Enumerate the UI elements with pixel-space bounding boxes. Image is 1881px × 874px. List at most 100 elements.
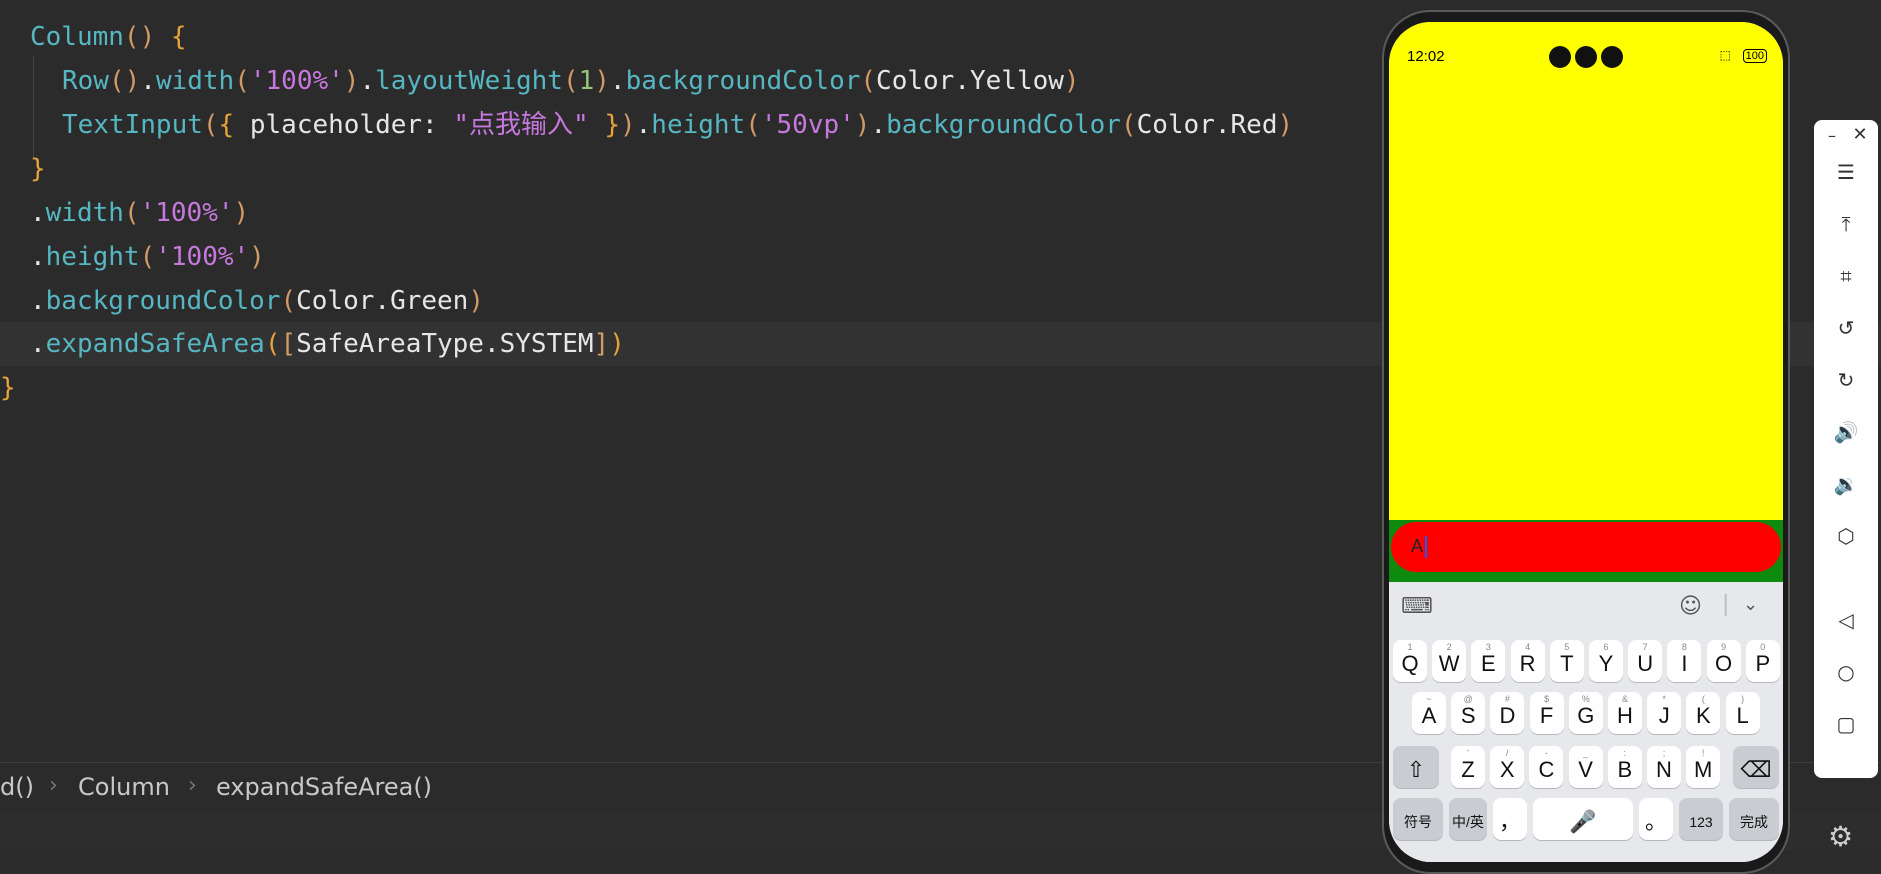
- key-r[interactable]: 4R: [1510, 640, 1545, 682]
- key-x[interactable]: / X: [1490, 746, 1525, 788]
- key-u[interactable]: 7U: [1628, 640, 1663, 682]
- key-d[interactable]: # D: [1490, 692, 1525, 734]
- key-label: ，: [1498, 809, 1521, 834]
- menu-icon[interactable]: ☰: [1814, 160, 1878, 184]
- camera-cutout-icon: [1575, 46, 1597, 68]
- key-label: 🎤: [1569, 809, 1597, 834]
- code-line[interactable]: TextInput({ placeholder: "点我输入" }).heigh…: [62, 103, 1293, 147]
- code-token: .: [140, 66, 156, 96]
- code-token: .: [30, 329, 46, 359]
- key-label: K: [1696, 703, 1711, 728]
- code-token: .: [359, 66, 376, 96]
- screenshot-crop-icon[interactable]: ⌗: [1814, 264, 1878, 288]
- rotate-left-icon[interactable]: ↺: [1814, 316, 1878, 340]
- camera-cutout-icon: [1549, 46, 1571, 68]
- key-b[interactable]: :B: [1607, 746, 1642, 788]
- toolbar-divider: |: [1722, 592, 1730, 617]
- key-y[interactable]: 6Y: [1589, 640, 1623, 682]
- code-line[interactable]: .expandSafeArea([SafeAreaType.SYSTEM]): [30, 322, 625, 366]
- key-a[interactable]: ~ A: [1412, 692, 1446, 734]
- code-token: TextInput: [62, 110, 203, 140]
- emoji-icon[interactable]: ☺: [1679, 594, 1702, 619]
- recents-icon[interactable]: ▢: [1814, 712, 1878, 736]
- code-line[interactable]: .height('100%'): [30, 235, 265, 279]
- close-icon[interactable]: ✕: [1828, 124, 1881, 145]
- key-c[interactable]: -C: [1529, 746, 1564, 788]
- collapse-keyboard-icon[interactable]: ⌄: [1743, 594, 1758, 615]
- code-token: .: [30, 286, 46, 316]
- key-j[interactable]: * J: [1647, 692, 1682, 734]
- indent-guide: [33, 56, 34, 160]
- symbols-key[interactable]: 符号: [1393, 798, 1443, 840]
- key-i[interactable]: 8I: [1667, 640, 1702, 682]
- key-q[interactable]: 1Q: [1393, 640, 1427, 682]
- gear-icon[interactable]: ⚙: [1828, 820, 1853, 853]
- key-k[interactable]: (K: [1686, 692, 1721, 734]
- code-token: SafeAreaType: [296, 329, 484, 359]
- space-mic-key[interactable]: 🎤: [1533, 798, 1633, 840]
- period-key[interactable]: 。: [1639, 798, 1673, 840]
- key-l[interactable]: ) L: [1725, 692, 1760, 734]
- code-line[interactable]: .width('100%'): [30, 191, 249, 235]
- code-token: .: [374, 286, 391, 316]
- breadcrumb-item-expandsafearea[interactable]: expandSafeArea(): [216, 773, 432, 801]
- volume-up-icon[interactable]: 🔊: [1814, 420, 1878, 444]
- key-label: 符号: [1404, 814, 1432, 830]
- phone-screen[interactable]: 12:02 ⬚ 100 A ⌨ ☺ | ⌄ 1Q2W3E4R5T6Y7U8I9O…: [1389, 22, 1783, 862]
- status-time: 12:02: [1407, 48, 1445, 65]
- code-token: .: [30, 242, 46, 272]
- code-line[interactable]: }: [0, 366, 16, 410]
- breadcrumb-item-build[interactable]: d(): [0, 773, 34, 801]
- text-input[interactable]: A: [1391, 522, 1781, 572]
- numbers-key[interactable]: 123: [1679, 798, 1723, 840]
- shake-icon[interactable]: ⬡: [1814, 524, 1878, 548]
- done-key[interactable]: 完成: [1729, 798, 1779, 840]
- key-p[interactable]: 0P: [1745, 640, 1780, 682]
- backspace-key[interactable]: ⌫: [1733, 746, 1779, 788]
- breadcrumb-item-column[interactable]: Column: [78, 773, 170, 801]
- code-token: }: [0, 373, 16, 403]
- code-token: {: [170, 22, 187, 52]
- code-token: (: [280, 286, 297, 316]
- code-token: ): [1063, 66, 1080, 96]
- code-line[interactable]: }: [30, 147, 46, 191]
- key-m[interactable]: ! M: [1686, 746, 1721, 788]
- rotate-right-icon[interactable]: ↻: [1814, 368, 1878, 392]
- key-v[interactable]: _ V: [1568, 746, 1603, 788]
- code-line[interactable]: Row().width('100%').layoutWeight(1).back…: [62, 59, 1080, 103]
- key-w[interactable]: 2W: [1432, 640, 1467, 682]
- keyboard-switch-icon[interactable]: ⌨: [1401, 594, 1433, 619]
- language-toggle-key[interactable]: 中/英: [1449, 798, 1487, 840]
- key-e[interactable]: 3E: [1471, 640, 1506, 682]
- key-label: P: [1755, 651, 1771, 676]
- shift-key[interactable]: ⇧: [1393, 746, 1439, 788]
- pin-top-icon[interactable]: ⤒: [1814, 212, 1878, 236]
- code-token: }: [588, 110, 620, 140]
- emulator-control-panel: – ✕ ☰ ⤒ ⌗ ↺ ↻ 🔊 🔉 ⬡ ◁ ○ ▢: [1814, 120, 1878, 778]
- comma-key[interactable]: ，: [1493, 798, 1527, 840]
- key-o[interactable]: 9O: [1706, 640, 1741, 682]
- key-t[interactable]: 5T: [1549, 640, 1584, 682]
- code-token: placeholder:: [249, 110, 454, 140]
- code-line[interactable]: .backgroundColor(Color.Green): [30, 279, 484, 323]
- key-n[interactable]: ; N: [1647, 746, 1681, 788]
- code-token: (: [123, 198, 140, 228]
- key-z[interactable]: ' Z: [1451, 746, 1485, 788]
- volume-down-icon[interactable]: 🔉: [1814, 472, 1878, 496]
- code-token: .: [1214, 110, 1231, 140]
- code-token: ): [233, 198, 250, 228]
- code-line[interactable]: Column() {: [30, 15, 187, 59]
- code-token: width: [155, 66, 235, 96]
- key-f[interactable]: $ F: [1529, 692, 1564, 734]
- code-token: (: [1120, 110, 1137, 140]
- key-label: A: [1421, 703, 1437, 728]
- home-icon[interactable]: ○: [1814, 660, 1878, 684]
- key-h[interactable]: & H: [1608, 692, 1642, 734]
- key-g[interactable]: % G: [1568, 692, 1603, 734]
- back-icon[interactable]: ◁: [1814, 608, 1878, 632]
- code-token: }: [30, 154, 46, 184]
- key-label: J: [1658, 703, 1670, 728]
- code-token: (: [264, 329, 281, 359]
- key-label: T: [1560, 651, 1574, 676]
- key-s[interactable]: @ S: [1451, 692, 1486, 734]
